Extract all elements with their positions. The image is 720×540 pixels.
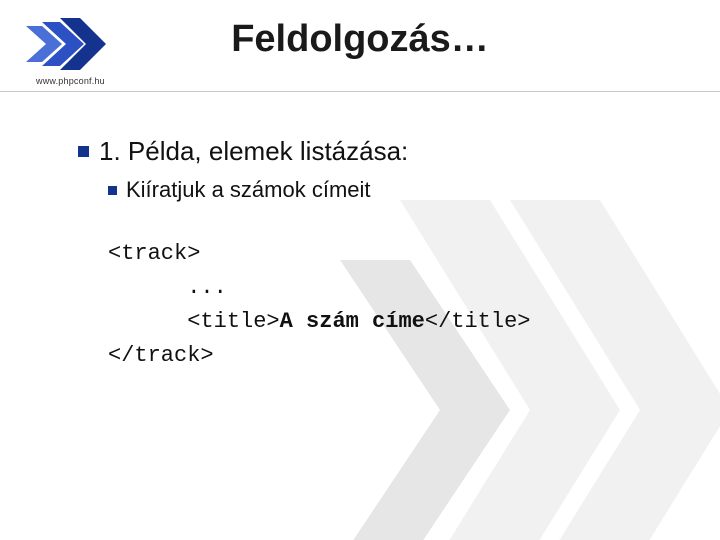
bullet-level-1: 1. Példa, elemek listázása: bbox=[78, 136, 660, 167]
code-block: <track> ... <title>A szám címe</title> <… bbox=[108, 237, 660, 373]
slide-title: Feldolgozás… bbox=[0, 18, 720, 61]
site-url: www.phpconf.hu bbox=[36, 76, 105, 86]
code-line: ... bbox=[108, 275, 227, 300]
code-line: <title> bbox=[108, 309, 280, 334]
bullet-square-icon bbox=[78, 146, 89, 157]
code-line: </track> bbox=[108, 343, 214, 368]
bullet1-text: 1. Példa, elemek listázása: bbox=[99, 136, 408, 167]
code-line: </title> bbox=[425, 309, 531, 334]
header: www.phpconf.hu Feldolgozás… bbox=[0, 0, 720, 92]
code-line: <track> bbox=[108, 241, 200, 266]
code-bold: A szám címe bbox=[280, 309, 425, 334]
bullet-square-icon bbox=[108, 186, 117, 195]
slide: www.phpconf.hu Feldolgozás… 1. Példa, el… bbox=[0, 0, 720, 540]
bullet-level-2: Kiíratjuk a számok címeit bbox=[108, 177, 660, 203]
content: 1. Példa, elemek listázása: Kiíratjuk a … bbox=[0, 92, 720, 373]
bullet2-text: Kiíratjuk a számok címeit bbox=[126, 177, 371, 203]
